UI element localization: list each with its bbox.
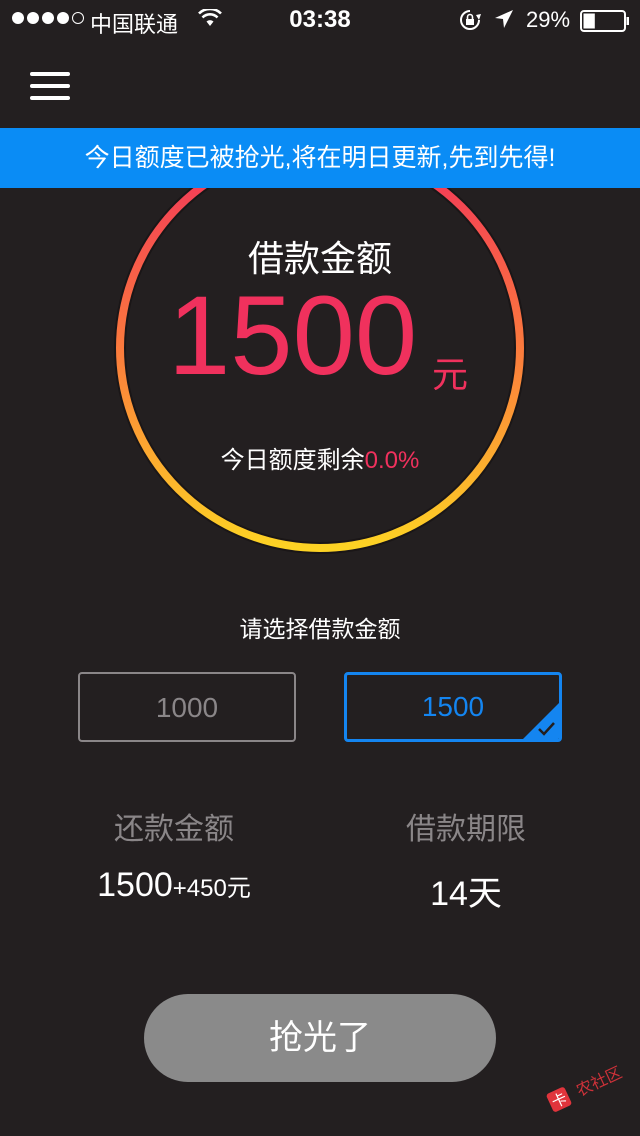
repay-principal: 1500 — [97, 866, 173, 904]
rotation-lock-icon — [460, 10, 481, 30]
notice-banner: 今日额度已被抢光,将在明日更新,先到先得! — [0, 128, 640, 188]
menu-button[interactable] — [30, 70, 70, 102]
battery-icon — [580, 10, 629, 32]
remaining-quota: 今日额度剩余0.0% — [112, 440, 528, 475]
amount-option-label: 1500 — [421, 691, 485, 722]
remaining-quota-label: 今日额度剩余 — [220, 447, 365, 474]
loan-term-label: 借款期限 — [406, 813, 526, 846]
loan-amount-unit: 元 — [432, 354, 469, 395]
status-bar: 中国联通 03:38 29% — [0, 0, 640, 40]
battery-percent: 29% — [526, 7, 571, 32]
amount-option-1500[interactable]: 1500 — [344, 672, 562, 742]
location-arrow-icon — [495, 10, 513, 28]
watermark-logo: 卡 农社区 — [546, 1064, 625, 1112]
selected-check-icon — [523, 703, 559, 739]
loan-amount-value: 1500 — [168, 273, 418, 398]
repay-amount-value: 1500+450元 — [64, 866, 284, 905]
select-amount-label: 请选择借款金额 — [239, 616, 401, 642]
svg-text:农社区: 农社区 — [574, 1064, 625, 1101]
remaining-quota-value: 0.0% — [364, 447, 420, 474]
loan-term-value: 14天 — [430, 875, 502, 913]
repay-extra: +450元 — [172, 875, 251, 902]
hamburger-icon — [30, 72, 70, 76]
amount-option-1000[interactable]: 1000 — [78, 672, 296, 742]
loan-amount-gauge: 借款金额 1500 元 今日额度剩余0.0% — [112, 140, 528, 556]
sold-out-button[interactable]: 抢光了 — [144, 994, 496, 1082]
repay-amount-label: 还款金额 — [114, 813, 234, 846]
